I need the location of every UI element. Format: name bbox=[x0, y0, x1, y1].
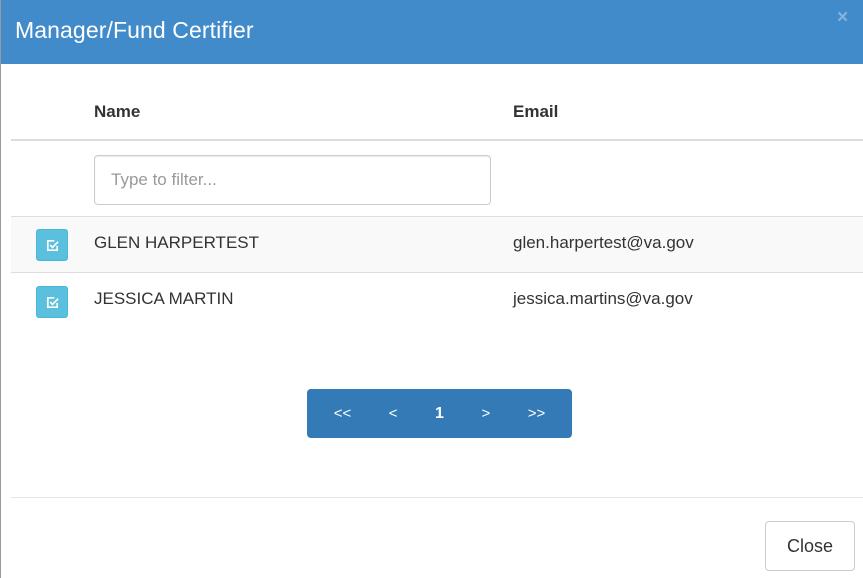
table-row: GLEN HARPERTEST glen.harpertest@va.gov bbox=[11, 216, 863, 273]
last-page-button[interactable]: >> bbox=[522, 401, 552, 426]
header-divider bbox=[11, 139, 863, 141]
cell-email: jessica.martins@va.gov bbox=[513, 289, 693, 308]
close-button[interactable]: Close bbox=[765, 521, 855, 571]
name-filter-input[interactable] bbox=[94, 155, 491, 205]
pagination: << < 1 > >> bbox=[307, 389, 572, 438]
select-row-button[interactable] bbox=[36, 229, 68, 261]
cell-name: JESSICA MARTIN bbox=[94, 289, 234, 308]
prev-page-button[interactable]: < bbox=[383, 401, 404, 426]
next-page-button[interactable]: > bbox=[475, 401, 496, 426]
modal-header: Manager/Fund Certifier × bbox=[1, 0, 863, 64]
first-page-button[interactable]: << bbox=[328, 401, 358, 426]
table-row: JESSICA MARTIN jessica.martins@va.gov bbox=[11, 273, 863, 330]
column-header-name[interactable]: Name bbox=[94, 102, 140, 122]
footer-divider bbox=[11, 497, 863, 498]
current-page[interactable]: 1 bbox=[429, 401, 450, 427]
close-icon[interactable]: × bbox=[837, 8, 848, 27]
modal-title: Manager/Fund Certifier bbox=[15, 17, 254, 43]
certifier-modal: Manager/Fund Certifier × Name Email GLEN… bbox=[0, 0, 863, 578]
cell-email: glen.harpertest@va.gov bbox=[513, 233, 694, 252]
check-square-icon bbox=[46, 239, 59, 251]
column-header-email[interactable]: Email bbox=[513, 102, 558, 122]
check-square-icon bbox=[46, 296, 59, 308]
cell-name: GLEN HARPERTEST bbox=[94, 233, 260, 252]
select-row-button[interactable] bbox=[36, 286, 68, 318]
